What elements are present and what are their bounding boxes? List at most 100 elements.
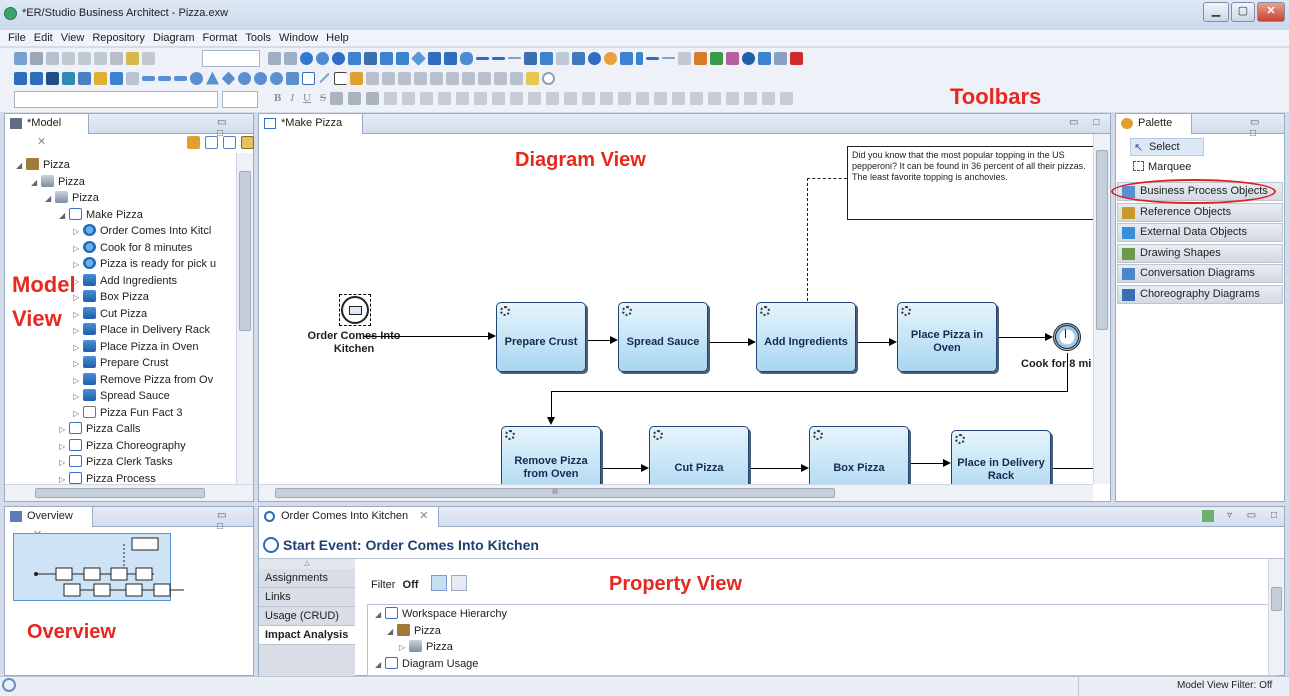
tab-overview[interactable]: Overview ✕ xyxy=(5,507,93,541)
entity-icon[interactable] xyxy=(14,71,27,85)
close-tab-icon[interactable]: ✕ xyxy=(419,510,428,522)
property-vscroll-thumb[interactable] xyxy=(1271,587,1282,611)
task-prepare-crust[interactable]: Prepare Crust xyxy=(496,302,586,372)
palette-drawer[interactable]: Choreography Diagrams xyxy=(1117,284,1283,304)
line-shape-icon[interactable] xyxy=(142,75,155,81)
monitor-icon[interactable] xyxy=(758,51,771,65)
call-activity-icon[interactable] xyxy=(380,51,393,65)
layout-2-icon[interactable] xyxy=(382,71,395,85)
association-icon[interactable] xyxy=(508,57,521,59)
end-event-icon[interactable] xyxy=(332,51,345,65)
menu-format[interactable]: Format xyxy=(199,30,242,46)
send-back-icon[interactable] xyxy=(744,92,757,105)
container-icon[interactable] xyxy=(678,51,691,65)
link-editor-icon[interactable] xyxy=(241,136,254,149)
report-icon[interactable] xyxy=(726,51,739,65)
circle-draw-icon[interactable] xyxy=(190,71,203,85)
layout-1-icon[interactable] xyxy=(366,71,379,85)
copy-icon[interactable] xyxy=(78,51,91,65)
tree-item[interactable]: ▷ Pizza Process xyxy=(59,471,156,485)
search-icon[interactable] xyxy=(78,71,91,85)
menu-tools[interactable]: Tools xyxy=(241,30,275,46)
ungroup-objects-icon[interactable] xyxy=(780,92,793,105)
diagram-minmax-icons[interactable]: ▭ □ xyxy=(1069,117,1105,128)
menu-edit[interactable]: Edit xyxy=(30,30,57,46)
event-shape-icon[interactable] xyxy=(300,51,313,65)
tree-item[interactable]: ▷ Box Pizza xyxy=(73,289,149,306)
line-shape-2-icon[interactable] xyxy=(158,75,171,81)
tree-item[interactable]: ▷ Spread Sauce xyxy=(73,388,170,405)
same-width-icon[interactable] xyxy=(672,92,685,105)
task-shape-icon[interactable] xyxy=(348,51,361,65)
note-icon[interactable] xyxy=(350,71,363,85)
ellipse-shape-icon[interactable] xyxy=(604,51,617,65)
layout-4-icon[interactable] xyxy=(414,71,427,85)
expanded-arrow-icon[interactable]: ◢ xyxy=(45,190,55,207)
collapsed-arrow-icon[interactable]: ▷ xyxy=(59,471,69,485)
text-box-icon[interactable] xyxy=(302,71,315,85)
property-vscroll[interactable] xyxy=(1268,559,1284,675)
palette-drawer[interactable]: External Data Objects xyxy=(1117,223,1283,242)
same-height-icon[interactable] xyxy=(690,92,703,105)
zoom-out-icon[interactable] xyxy=(284,51,297,65)
intermediate-event-icon[interactable] xyxy=(316,51,329,65)
settings-icon[interactable] xyxy=(542,71,555,85)
align-objects-top-icon[interactable] xyxy=(582,92,595,105)
color-icon[interactable] xyxy=(526,71,539,85)
save-icon[interactable] xyxy=(14,51,27,65)
diagram-hscroll[interactable]: III xyxy=(259,484,1093,501)
bold-button[interactable]: B xyxy=(274,92,281,104)
overview-minmax-icons[interactable]: ▭ □ xyxy=(217,510,253,532)
flow-rack-out[interactable] xyxy=(1053,468,1093,469)
fill-color-icon[interactable] xyxy=(366,92,379,105)
tab-make-pizza[interactable]: *Make Pizza ✕ xyxy=(259,114,363,148)
impact-tree-item[interactable]: ▷ Pizza xyxy=(399,639,453,656)
impact-tree-item[interactable]: ◢ Diagram Usage xyxy=(375,656,478,673)
collapsed-arrow-icon[interactable]: ▷ xyxy=(73,388,83,405)
reference-icon[interactable] xyxy=(694,51,707,65)
delete-icon[interactable] xyxy=(110,51,123,65)
message-flow-icon[interactable] xyxy=(492,56,505,60)
tree-item[interactable]: ▷ Pizza Calls xyxy=(59,421,140,438)
model-vscroll[interactable] xyxy=(236,153,253,484)
organization-icon[interactable] xyxy=(110,71,123,85)
data-object-icon[interactable] xyxy=(540,51,553,65)
zoom-in-icon[interactable] xyxy=(268,51,281,65)
expanded-arrow-icon[interactable]: ◢ xyxy=(387,623,397,640)
expanded-arrow-icon[interactable]: ◢ xyxy=(16,157,26,174)
collapsed-arrow-icon[interactable]: ▷ xyxy=(73,339,83,356)
align-right-icon[interactable] xyxy=(420,92,433,105)
tree-item[interactable]: ▷ Order Comes Into Kitcl xyxy=(73,223,211,240)
underline-button[interactable]: U xyxy=(303,92,311,104)
model-vscroll-thumb[interactable] xyxy=(239,171,251,331)
redo-icon[interactable] xyxy=(142,51,155,65)
oval-draw-icon[interactable] xyxy=(238,71,251,85)
distribute-v-icon[interactable] xyxy=(654,92,667,105)
link-icon[interactable] xyxy=(774,51,787,65)
menu-file[interactable]: File xyxy=(4,30,30,46)
oval-3-draw-icon[interactable] xyxy=(270,71,283,85)
collapsed-arrow-icon[interactable]: ▷ xyxy=(73,256,83,273)
document-icon[interactable] xyxy=(94,71,107,85)
bracket-icon[interactable] xyxy=(572,51,585,65)
dashed-line-icon[interactable] xyxy=(662,57,675,59)
layout-8-icon[interactable] xyxy=(478,71,491,85)
align-objects-left-icon[interactable] xyxy=(528,92,541,105)
tab-model[interactable]: *Model ✕ xyxy=(5,114,89,148)
task-spread-sauce[interactable]: Spread Sauce xyxy=(618,302,708,372)
expand-toggle-icon[interactable] xyxy=(451,575,467,591)
shrink-font-icon[interactable] xyxy=(510,92,523,105)
globe-icon[interactable] xyxy=(742,51,755,65)
same-size-icon[interactable] xyxy=(708,92,721,105)
align-bottom-icon[interactable] xyxy=(474,92,487,105)
diagram-hscroll-thumb[interactable]: III xyxy=(275,488,835,498)
pool-icon[interactable] xyxy=(428,51,441,65)
flow-oven-timer[interactable] xyxy=(999,337,1045,338)
transaction-icon[interactable] xyxy=(396,51,409,65)
property-side-tab[interactable]: Impact Analysis xyxy=(259,626,355,645)
italic-button[interactable]: I xyxy=(290,92,294,104)
filter-toggle-icon[interactable] xyxy=(431,575,447,591)
tree-item[interactable]: ▷ Pizza Clerk Tasks xyxy=(59,454,173,471)
zoom-combo[interactable] xyxy=(202,50,260,67)
tree-item[interactable]: ▷ Add Ingredients xyxy=(73,273,177,290)
